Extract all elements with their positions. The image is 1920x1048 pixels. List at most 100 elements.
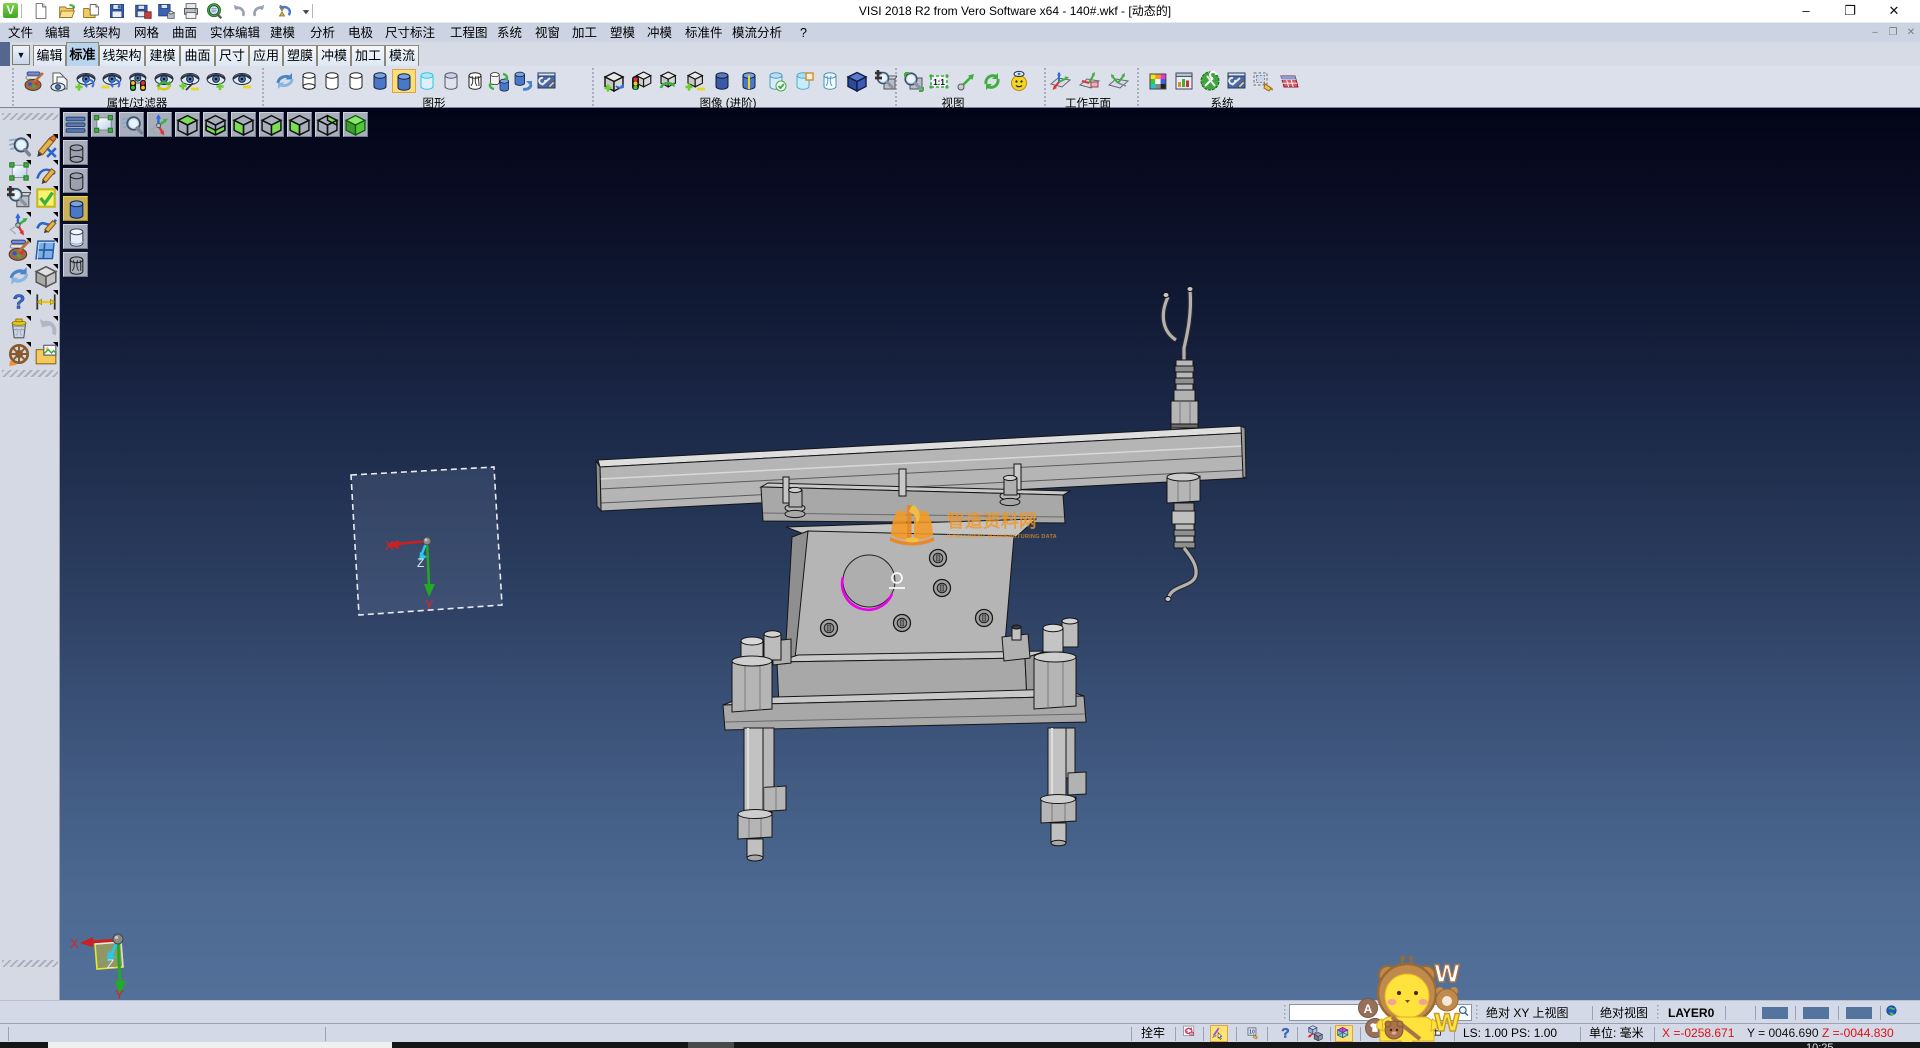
tab-建模[interactable]: 建模	[145, 45, 180, 66]
window-grid-button[interactable]	[34, 238, 58, 262]
edit-curve-button[interactable]	[34, 160, 58, 184]
menu-14[interactable]: 加工	[572, 23, 597, 43]
shade-shaded-button[interactable]	[63, 196, 88, 221]
menu-1[interactable]: 文件	[8, 23, 33, 43]
insert-cube-button[interactable]	[1305, 1025, 1323, 1042]
filter-document-button[interactable]	[48, 69, 72, 93]
show-all-button[interactable]	[204, 69, 228, 93]
view-isometric-button[interactable]	[343, 112, 368, 137]
menu-19[interactable]: ?	[800, 23, 807, 43]
delete-button[interactable]	[7, 316, 31, 340]
translucent-mode-button[interactable]	[415, 69, 439, 93]
status-swatch-2[interactable]	[1803, 1007, 1829, 1019]
tab-编辑[interactable]: 编辑	[33, 45, 66, 66]
toolbar-drag-handle[interactable]	[2, 113, 58, 120]
zoom-scale-button[interactable]	[7, 186, 31, 210]
menu-3[interactable]: 线架构	[83, 23, 121, 43]
system-colors-button[interactable]	[1146, 69, 1170, 93]
tab-加工[interactable]: 加工	[351, 45, 385, 66]
graphics-settings-button[interactable]	[534, 69, 558, 93]
workplane-move-button[interactable]	[1106, 69, 1130, 93]
workplane-align-button[interactable]	[1077, 69, 1101, 93]
undo-gray-button[interactable]	[34, 316, 58, 340]
menu-16[interactable]: 冲模	[647, 23, 672, 43]
menu-9[interactable]: 电极	[348, 23, 373, 43]
menu-6[interactable]: 实体编辑	[210, 23, 260, 43]
context-help-button[interactable]: ?	[1276, 1025, 1294, 1042]
image-add-remove-button[interactable]	[683, 69, 707, 93]
zoom-dynamic-view-button[interactable]	[119, 112, 144, 137]
minimize-button[interactable]: –	[1791, 0, 1821, 22]
mdi-close-button[interactable]: ✕	[1904, 27, 1918, 39]
tab-应用[interactable]: 应用	[249, 45, 283, 66]
shaded-edges-mode-button[interactable]	[392, 69, 416, 93]
capture-image-button[interactable]	[34, 342, 58, 366]
toolbar-drag-handle[interactable]	[2, 960, 58, 967]
close-button[interactable]: ✕	[1879, 0, 1909, 22]
menu-11[interactable]: 工程图	[450, 23, 488, 43]
table-settings-button[interactable]	[1276, 69, 1300, 93]
validate-image-button[interactable]	[764, 69, 788, 93]
system-report-button[interactable]	[1172, 69, 1196, 93]
spline-edit-button[interactable]	[34, 212, 58, 236]
solid-cube-button[interactable]	[845, 69, 869, 93]
menu-13[interactable]: 视窗	[535, 23, 560, 43]
refresh-view-button[interactable]	[980, 69, 1004, 93]
help-button[interactable]: ?	[7, 290, 31, 314]
dashed-hidden-mode-button[interactable]	[344, 69, 368, 93]
shade-hidden-line-button[interactable]	[63, 168, 88, 193]
add-image-button[interactable]	[602, 69, 626, 93]
open-document-button[interactable]	[80, 2, 102, 20]
refresh-display-button[interactable]	[1181, 1025, 1199, 1042]
tab-塑膜[interactable]: 塑膜	[283, 45, 317, 66]
tab-尺寸[interactable]: 尺寸	[215, 45, 249, 66]
toolbar-drag-handle[interactable]	[2, 370, 58, 377]
shade-wire-render-button[interactable]	[63, 252, 88, 277]
visibility-refresh-button[interactable]	[152, 69, 176, 93]
menu-10[interactable]: 尺寸标注	[385, 23, 435, 43]
view-list-button[interactable]	[63, 112, 88, 137]
system-settings-button[interactable]	[1198, 69, 1222, 93]
zoom-extent-button[interactable]	[954, 69, 978, 93]
swap-graphics-button[interactable]	[486, 69, 510, 93]
view-left-button[interactable]	[287, 112, 312, 137]
zoom-fit-button[interactable]	[901, 69, 925, 93]
menu-12[interactable]: 系统	[497, 23, 522, 43]
menu-7[interactable]: 建模	[270, 23, 295, 43]
view-top-button[interactable]	[175, 112, 200, 137]
solid-image-button[interactable]	[710, 69, 734, 93]
image-traffic-button[interactable]	[629, 69, 653, 93]
shade-wireframe-button[interactable]	[63, 140, 88, 165]
shade-translucent-button[interactable]	[63, 224, 88, 249]
menu-4[interactable]: 网格	[134, 23, 159, 43]
tab-线架构[interactable]: 线架构	[99, 45, 145, 66]
wire-shade-mode-button[interactable]	[463, 69, 487, 93]
new-document-button[interactable]	[30, 2, 52, 20]
tab-标准[interactable]: 标准	[66, 42, 99, 66]
menu-18[interactable]: 模流分析	[732, 23, 782, 43]
menu-5[interactable]: 曲面	[172, 23, 197, 43]
regenerate-button[interactable]	[7, 264, 31, 288]
viewport-3d[interactable]: XYZ智造资料网INTELLIGENT MANUFACTURING DATAXY…	[60, 108, 1920, 1000]
open-button[interactable]	[56, 2, 78, 20]
tab-曲面[interactable]: 曲面	[180, 45, 215, 66]
hidden-line-mode-button[interactable]	[320, 69, 344, 93]
confirm-selection-button[interactable]	[34, 186, 58, 210]
zoom-one-to-one-button[interactable]: 1:1	[927, 69, 951, 93]
select-highlight-button[interactable]	[1210, 1025, 1228, 1042]
attribute-colors-button[interactable]	[22, 69, 46, 93]
status-swatch-1[interactable]	[1762, 1007, 1788, 1019]
striped-image-button[interactable]	[737, 69, 761, 93]
wire-image-button[interactable]	[818, 69, 842, 93]
axonometric-axes-button[interactable]	[147, 112, 172, 137]
solid-box-button[interactable]	[34, 264, 58, 288]
workplane-set-button[interactable]	[1048, 69, 1072, 93]
menu-8[interactable]: 分析	[310, 23, 335, 43]
tab-冲模[interactable]: 冲模	[317, 45, 351, 66]
attribute-edit-button[interactable]	[7, 238, 31, 262]
view-right-button[interactable]	[259, 112, 284, 137]
menu-17[interactable]: 标准件	[685, 23, 723, 43]
show-add-remove-button[interactable]	[178, 69, 202, 93]
mdi-restore-button[interactable]: ❐	[1886, 27, 1900, 39]
globe-icon[interactable]	[1886, 1005, 1902, 1021]
